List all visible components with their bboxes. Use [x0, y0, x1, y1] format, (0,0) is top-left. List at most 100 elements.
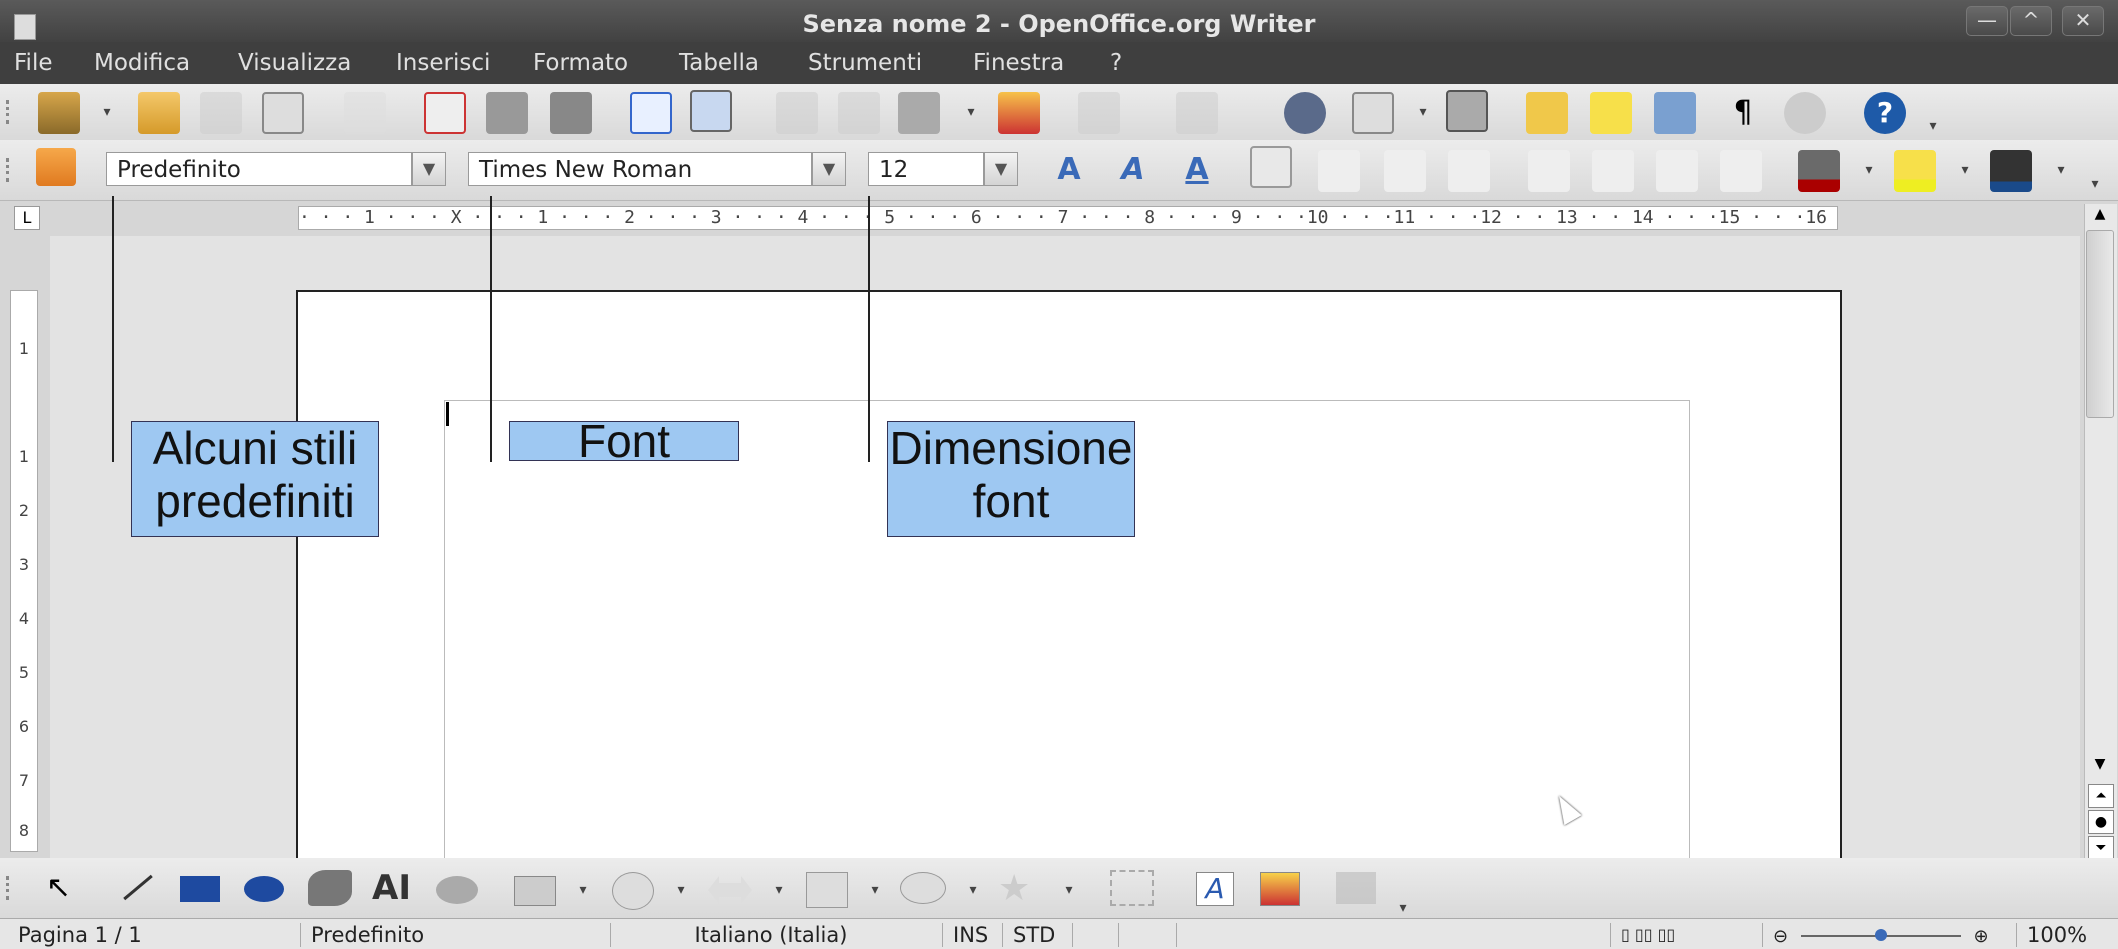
background-dropdown-icon[interactable]: ▾ — [2054, 162, 2068, 178]
zoom-percentage[interactable]: 100% — [2016, 923, 2117, 947]
page-indicator[interactable]: Pagina 1 / 1 — [8, 923, 298, 947]
navigator-icon[interactable] — [1590, 92, 1632, 134]
from-file-icon[interactable] — [1260, 872, 1300, 906]
fontwork-icon[interactable]: A — [1196, 872, 1234, 906]
digital-signature-indicator[interactable] — [1118, 923, 1179, 947]
toolbar-grip[interactable] — [6, 876, 15, 900]
flowchart-dropdown-icon[interactable]: ▾ — [868, 882, 882, 898]
clone-formatting-icon[interactable] — [998, 92, 1040, 134]
spellcheck-icon[interactable] — [630, 92, 672, 134]
stars-icon[interactable]: ★ — [998, 868, 1040, 909]
print-icon[interactable] — [486, 92, 528, 134]
navigation-icon[interactable]: ● — [2088, 810, 2114, 834]
basic-shapes-icon[interactable] — [514, 876, 556, 906]
align-left-icon[interactable] — [1250, 146, 1292, 188]
highlight-dropdown-icon[interactable]: ▾ — [1958, 162, 1972, 178]
open-folder-icon[interactable] — [138, 92, 180, 134]
view-layout-icon[interactable]: ▯ ▯▯ ▯▯ — [1610, 923, 1761, 947]
extrusion-icon[interactable] — [1336, 872, 1376, 904]
selection-mode-indicator[interactable]: STD — [1002, 923, 1073, 947]
gallery-icon[interactable] — [1654, 92, 1696, 134]
paragraph-style-dropdown[interactable]: ▼ — [412, 152, 446, 186]
toolbar-overflow-icon[interactable]: ▾ — [1396, 900, 1410, 916]
minimize-button[interactable]: — — [1966, 6, 2008, 36]
callout-tool-icon[interactable] — [436, 876, 478, 904]
auto-spellcheck-icon[interactable] — [690, 90, 732, 132]
next-page-icon[interactable]: ⏷ — [2088, 836, 2114, 860]
justify-icon[interactable] — [1448, 150, 1490, 192]
formatting-marks-icon[interactable]: ¶ — [1728, 92, 1758, 134]
toolbar-grip[interactable] — [6, 158, 15, 182]
vertical-ruler[interactable]: 1 1 2 3 4 5 6 7 8 — [10, 290, 38, 852]
stars-dropdown-icon[interactable]: ▾ — [1062, 882, 1076, 898]
paste-icon[interactable] — [898, 92, 940, 134]
callouts-dropdown-icon[interactable]: ▾ — [966, 882, 980, 898]
align-right-icon[interactable] — [1384, 150, 1426, 192]
print-preview-icon[interactable] — [550, 92, 592, 134]
help-icon[interactable]: ? — [1864, 92, 1906, 134]
export-pdf-icon[interactable] — [424, 92, 466, 134]
tab-stop-selector[interactable]: L — [14, 206, 40, 230]
basic-shapes-dropdown-icon[interactable]: ▾ — [576, 882, 590, 898]
highlight-icon[interactable] — [1894, 150, 1936, 192]
toolbar-overflow-icon[interactable]: ▾ — [2088, 176, 2102, 192]
page-style-indicator[interactable]: Predefinito — [300, 923, 611, 947]
flowchart-icon[interactable] — [806, 872, 848, 908]
zoom-out-icon[interactable]: ⊖ — [1773, 926, 1788, 947]
maximize-button[interactable]: ^ — [2010, 6, 2052, 36]
document-modified-indicator[interactable] — [1072, 923, 1123, 947]
font-name-combo[interactable]: Times New Roman — [468, 152, 812, 186]
paragraph-style-combo[interactable]: Predefinito — [106, 152, 412, 186]
scrollbar-thumb[interactable] — [2086, 230, 2114, 418]
undo-icon[interactable] — [1078, 92, 1120, 134]
increase-indent-icon[interactable] — [1720, 150, 1762, 192]
menu-file[interactable]: File — [14, 50, 53, 76]
dropdown-arrow-icon[interactable]: ▾ — [100, 104, 114, 120]
font-size-combo[interactable]: 12 — [868, 152, 984, 186]
background-color-icon[interactable] — [1990, 150, 2032, 192]
horizontal-ruler[interactable]: · · · 1 · · · X · · · 1 · · · 2 · · · 3 … — [298, 206, 1838, 230]
font-color-dropdown-icon[interactable]: ▾ — [1862, 162, 1876, 178]
edit-file-icon[interactable] — [200, 92, 242, 134]
close-button[interactable]: ✕ — [2062, 6, 2104, 36]
save-icon[interactable] — [38, 92, 80, 134]
text-tool-icon[interactable]: AI — [372, 868, 416, 908]
zoom-slider[interactable]: ⊖ ⊕ — [1762, 923, 2007, 947]
zoom-in-icon[interactable]: ⊕ — [1973, 926, 1988, 947]
scroll-up-icon[interactable]: ▲ — [2090, 206, 2110, 226]
insert-mode-indicator[interactable]: INS — [942, 923, 1011, 947]
callouts-icon[interactable] — [900, 872, 946, 904]
menu-visualizza[interactable]: Visualizza — [238, 50, 351, 76]
table-dropdown-icon[interactable]: ▾ — [1416, 104, 1430, 120]
paste-dropdown-icon[interactable]: ▾ — [964, 104, 978, 120]
styles-formatting-icon[interactable] — [36, 148, 76, 186]
toolbar-overflow-icon[interactable]: ▾ — [1926, 118, 1940, 134]
zoom-slider-thumb[interactable] — [1874, 929, 1887, 941]
underline-icon[interactable]: A — [1176, 150, 1218, 192]
copy-icon[interactable] — [838, 92, 880, 134]
menu-inserisci[interactable]: Inserisci — [396, 50, 490, 76]
zoom-icon[interactable] — [1784, 92, 1826, 134]
toolbar-grip[interactable] — [6, 100, 15, 124]
points-icon[interactable] — [1110, 870, 1154, 906]
decrease-indent-icon[interactable] — [1656, 150, 1698, 192]
cut-icon[interactable] — [776, 92, 818, 134]
block-arrows-dropdown-icon[interactable]: ▾ — [772, 882, 786, 898]
menu-strumenti[interactable]: Strumenti — [808, 50, 922, 76]
find-replace-icon[interactable] — [1526, 92, 1568, 134]
language-indicator[interactable]: Italiano (Italia) — [610, 923, 931, 947]
menu-modifica[interactable]: Modifica — [94, 50, 190, 76]
menu-tabella[interactable]: Tabella — [679, 50, 759, 76]
table-icon[interactable] — [1352, 92, 1394, 134]
font-color-icon[interactable] — [1798, 150, 1840, 192]
scroll-down-icon[interactable]: ▼ — [2090, 756, 2110, 776]
bold-icon[interactable]: A — [1048, 150, 1090, 192]
symbol-shapes-dropdown-icon[interactable]: ▾ — [674, 882, 688, 898]
previous-page-icon[interactable]: ⏶ — [2088, 784, 2114, 808]
font-size-dropdown[interactable]: ▼ — [984, 152, 1018, 186]
menu-finestra[interactable]: Finestra — [973, 50, 1064, 76]
select-icon[interactable]: ↖ — [46, 870, 71, 905]
rectangle-icon[interactable] — [180, 876, 220, 902]
numbering-icon[interactable] — [1528, 150, 1570, 192]
email-icon[interactable] — [262, 92, 304, 134]
